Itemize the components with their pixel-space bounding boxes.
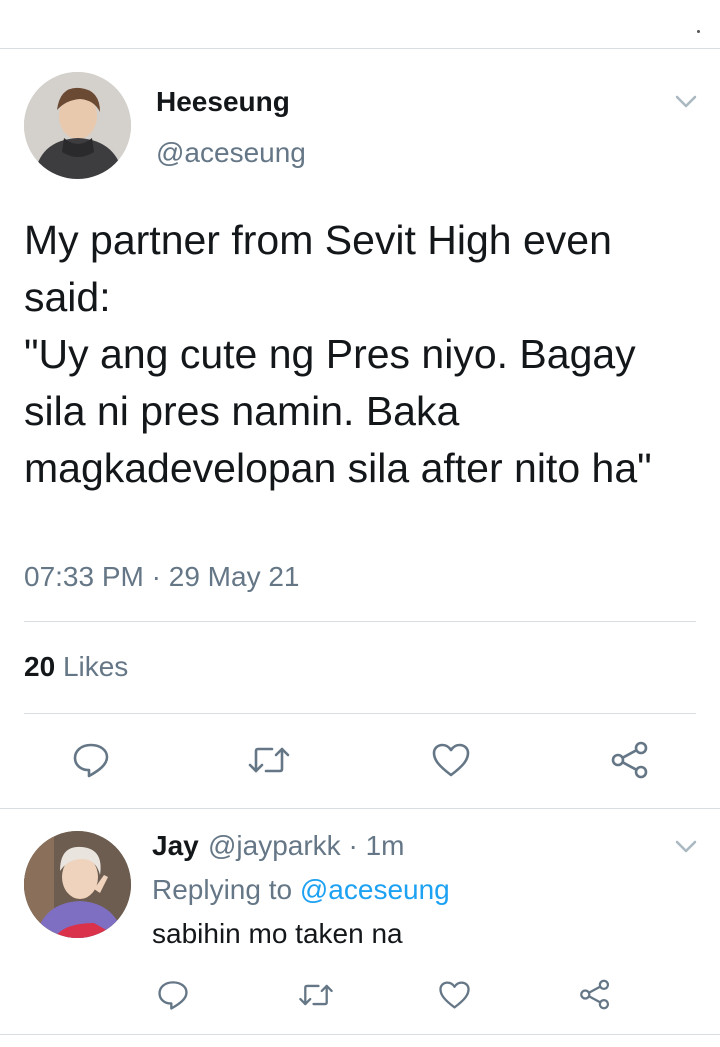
reply-meta: @jayparkk · 1m [208,830,404,862]
replying-to: Replying to @aceseung [152,874,450,906]
replying-to-mention[interactable]: @aceseung [300,874,450,905]
retweet-icon [299,984,333,1006]
author-handle[interactable]: @aceseung [156,137,306,169]
likes-count: 20 [24,651,56,682]
reply-meta-separator: · [348,830,366,861]
share-button[interactable] [609,740,651,780]
reply-chevron-down-icon[interactable] [675,840,697,854]
author-name[interactable]: Heeseung [156,86,290,118]
reply-author-handle[interactable]: @jayparkk [208,830,341,861]
likes-label: Likes [62,651,129,682]
retweet-icon [248,747,290,773]
replying-to-label: Replying to [152,874,293,905]
reply-like-button[interactable] [438,980,471,1010]
share-icon [611,741,648,779]
section-divider [0,808,720,809]
reply-icon [73,743,109,778]
like-button[interactable] [431,742,471,778]
avatar[interactable] [24,72,131,179]
status-dot [697,30,700,33]
top-divider [0,48,720,49]
reply-share-button[interactable] [578,978,612,1011]
tweet-timestamp: 07:33 PM · 29 May 21 [24,561,300,593]
reply-reply-button[interactable] [157,979,189,1011]
share-icon [580,979,610,1010]
tweet-date: 29 May 21 [168,561,300,592]
heart-icon [432,743,470,777]
tweet-time: 07:33 PM [24,561,144,592]
reply-icon [158,981,188,1010]
heart-icon [439,981,470,1009]
reply-author-name[interactable]: Jay [152,830,199,862]
stats-divider [24,713,696,714]
tweet-text: My partner from Sevit High even said: "U… [24,217,652,491]
meta-separator: · [151,561,169,592]
bottom-divider [0,1034,720,1035]
reply-retweet-button[interactable] [297,981,335,1009]
reply-avatar[interactable] [24,831,131,938]
chevron-down-icon[interactable] [675,95,697,109]
likes-stat[interactable]: 20 Likes [24,651,128,683]
reply-button[interactable] [72,741,110,779]
reply-age: 1m [365,830,405,861]
retweet-button[interactable] [246,743,292,777]
meta-divider [24,621,696,622]
reply-text: sabihin mo taken na [152,918,403,949]
